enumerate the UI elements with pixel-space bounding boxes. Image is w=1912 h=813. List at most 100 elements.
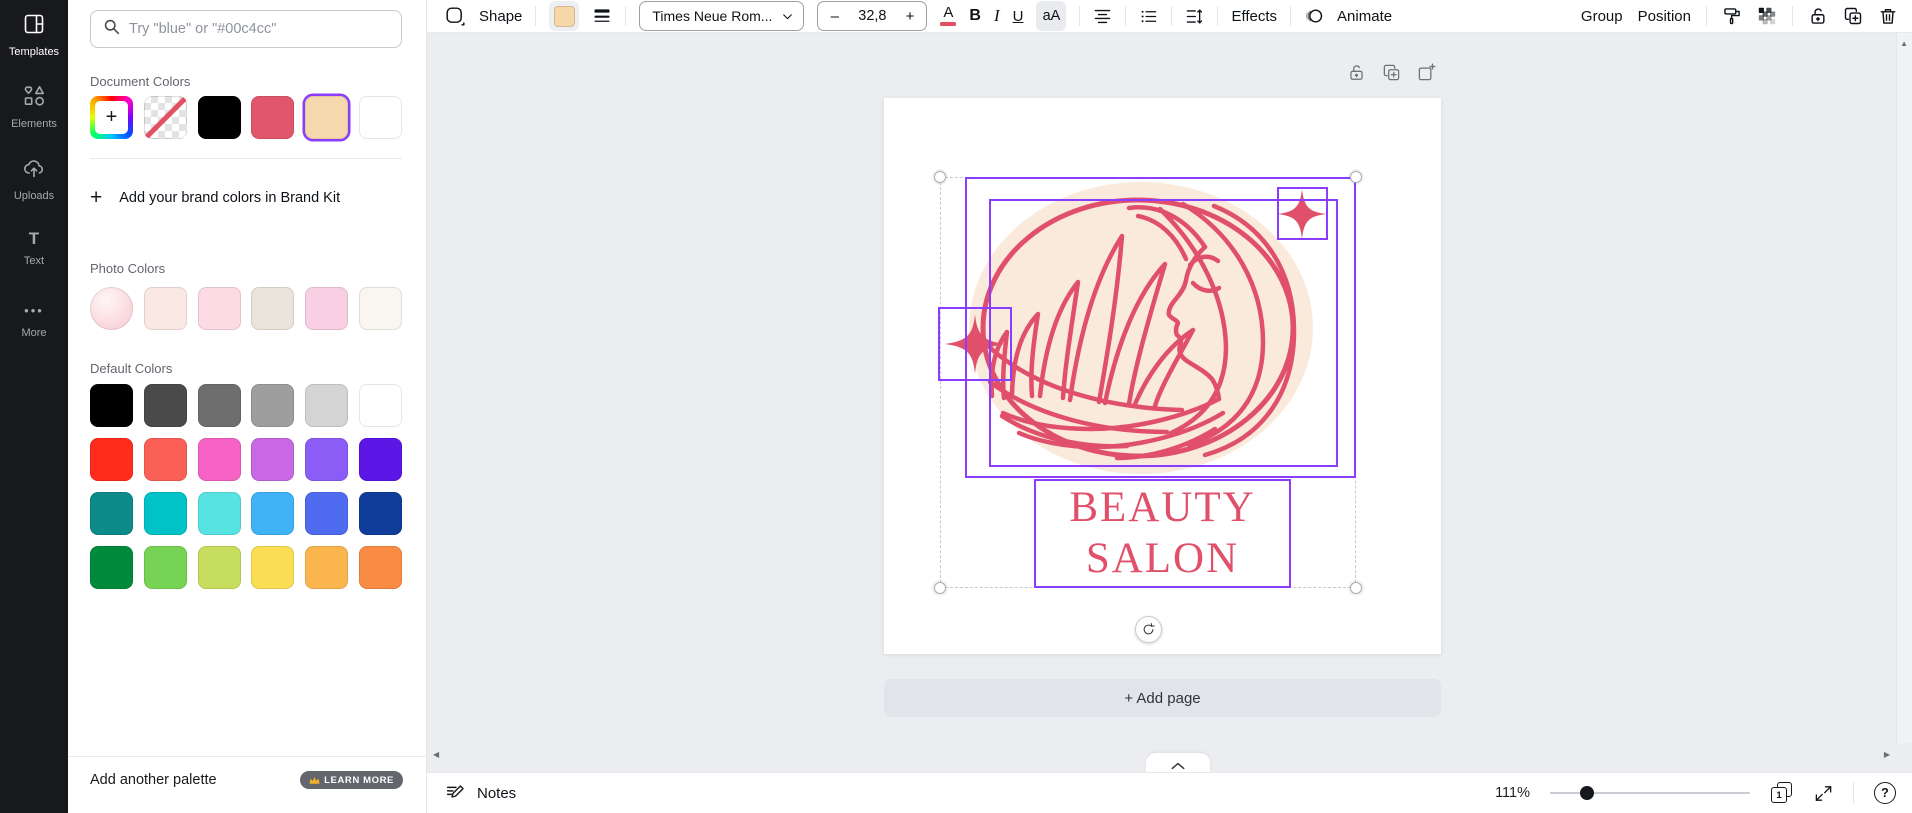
collapse-panel-tab[interactable] xyxy=(1146,753,1210,772)
color-swatch[interactable] xyxy=(305,287,348,330)
zoom-slider-knob[interactable] xyxy=(1580,786,1594,800)
color-swatch[interactable] xyxy=(144,492,187,535)
bottom-status-bar: Notes 111% 1 ? xyxy=(427,772,1912,813)
photo-color-ball[interactable] xyxy=(90,287,133,330)
copy-style-roller-icon[interactable] xyxy=(1722,6,1742,26)
color-swatch[interactable] xyxy=(305,546,348,589)
zoom-level[interactable]: 111% xyxy=(1495,785,1530,801)
font-family-select[interactable]: Times Neue Rom... xyxy=(639,1,804,31)
beauty-salon-text[interactable]: BEAUTY SALON xyxy=(1034,479,1291,588)
color-swatch[interactable] xyxy=(305,384,348,427)
lock-page-icon[interactable] xyxy=(1344,60,1368,84)
color-swatch[interactable] xyxy=(198,384,241,427)
selection-handle-top-right[interactable] xyxy=(1350,171,1362,183)
sidebar-item-text[interactable]: T Text xyxy=(0,228,68,300)
color-swatch[interactable] xyxy=(144,546,187,589)
italic-button[interactable]: I xyxy=(994,6,1000,26)
page-indicator[interactable]: 1 xyxy=(1770,781,1794,805)
color-swatch[interactable] xyxy=(251,287,294,330)
animate-icon[interactable] xyxy=(1304,6,1324,26)
fullscreen-icon[interactable] xyxy=(1814,784,1833,803)
sidebar-item-more[interactable]: ••• More xyxy=(0,300,68,372)
color-swatch[interactable] xyxy=(90,492,133,535)
color-swatch[interactable] xyxy=(144,287,187,330)
plus-icon: + xyxy=(90,188,102,208)
duplicate-icon[interactable] xyxy=(1843,6,1863,26)
color-swatch-peach-selected[interactable] xyxy=(305,96,348,139)
rotate-handle[interactable] xyxy=(1135,616,1162,643)
color-swatch[interactable] xyxy=(198,287,241,330)
scroll-right-arrow[interactable]: ▶ xyxy=(1884,750,1890,759)
position-button[interactable]: Position xyxy=(1638,8,1691,25)
color-swatch[interactable] xyxy=(251,384,294,427)
sidebar-item-label: Uploads xyxy=(14,190,54,202)
animate-label[interactable]: Animate xyxy=(1337,8,1392,25)
text-case-button[interactable]: aA xyxy=(1036,1,1066,31)
color-swatch[interactable] xyxy=(198,546,241,589)
sidebar-item-elements[interactable]: Elements xyxy=(0,84,68,156)
brand-kit-row[interactable]: + Add your brand colors in Brand Kit xyxy=(90,183,402,213)
default-colors-row-4 xyxy=(90,546,402,589)
color-swatch[interactable] xyxy=(305,492,348,535)
toolbar-right-group: Group Position xyxy=(1581,6,1898,26)
delete-trash-icon[interactable] xyxy=(1878,6,1898,26)
color-swatch[interactable] xyxy=(251,492,294,535)
color-swatch[interactable] xyxy=(144,438,187,481)
scroll-up-arrow[interactable]: ▲ xyxy=(1900,39,1908,48)
notes-button[interactable]: Notes xyxy=(445,783,516,804)
color-swatch[interactable] xyxy=(90,384,133,427)
color-swatch[interactable] xyxy=(198,492,241,535)
color-swatch-black[interactable] xyxy=(198,96,241,139)
color-swatch[interactable] xyxy=(359,384,402,427)
add-another-palette-label[interactable]: Add another palette xyxy=(90,772,217,788)
scroll-left-arrow[interactable]: ◀ xyxy=(433,750,439,759)
design-canvas-area[interactable]: ▲ ◀ ▶ xyxy=(427,33,1912,772)
fill-color-button[interactable] xyxy=(549,1,579,31)
no-color-swatch[interactable] xyxy=(144,96,187,139)
duplicate-page-icon[interactable] xyxy=(1379,60,1403,84)
line-spacing-icon[interactable] xyxy=(1185,7,1204,26)
vertical-scrollbar[interactable] xyxy=(1896,33,1912,743)
selection-handle-bottom-left[interactable] xyxy=(934,582,946,594)
color-swatch[interactable] xyxy=(144,384,187,427)
color-swatch-white[interactable] xyxy=(359,96,402,139)
add-page-icon[interactable] xyxy=(1414,60,1438,84)
text-align-icon[interactable] xyxy=(1093,7,1112,26)
selection-handle-bottom-right[interactable] xyxy=(1350,582,1362,594)
font-size-value[interactable]: 32,8 xyxy=(851,8,894,24)
add-page-button[interactable]: + Add page xyxy=(884,679,1441,717)
color-swatch[interactable] xyxy=(359,492,402,535)
color-swatch[interactable] xyxy=(251,546,294,589)
color-swatch[interactable] xyxy=(305,438,348,481)
selection-handle-top-left[interactable] xyxy=(934,171,946,183)
font-size-decrease-button[interactable]: – xyxy=(818,8,851,25)
color-swatch[interactable] xyxy=(198,438,241,481)
learn-more-badge[interactable]: LEARN MORE xyxy=(300,771,403,789)
color-swatch[interactable] xyxy=(90,546,133,589)
color-swatch[interactable] xyxy=(251,438,294,481)
color-search-input[interactable] xyxy=(129,21,389,37)
lock-icon[interactable] xyxy=(1808,6,1828,26)
color-search-box[interactable] xyxy=(90,10,402,48)
zoom-slider[interactable] xyxy=(1550,786,1750,800)
effects-button[interactable]: Effects xyxy=(1231,8,1277,25)
underline-button[interactable]: U xyxy=(1013,8,1024,25)
sidebar-item-templates[interactable]: Templates xyxy=(0,12,68,84)
help-button[interactable]: ? xyxy=(1874,782,1896,804)
color-swatch[interactable] xyxy=(359,287,402,330)
bold-button[interactable]: B xyxy=(969,7,981,25)
transparency-icon[interactable] xyxy=(1757,6,1777,26)
color-swatch[interactable] xyxy=(359,438,402,481)
group-button[interactable]: Group xyxy=(1581,8,1623,25)
color-swatch[interactable] xyxy=(90,438,133,481)
border-style-icon[interactable] xyxy=(592,6,612,26)
add-color-button[interactable]: + xyxy=(90,96,133,139)
toolbar-separator xyxy=(1079,6,1080,26)
shape-label[interactable]: Shape xyxy=(479,8,522,25)
text-color-button[interactable]: A xyxy=(940,6,956,26)
bullet-list-icon[interactable] xyxy=(1139,7,1158,26)
color-swatch-red[interactable] xyxy=(251,96,294,139)
color-swatch[interactable] xyxy=(359,546,402,589)
font-size-increase-button[interactable]: + xyxy=(894,8,927,25)
sidebar-item-uploads[interactable]: Uploads xyxy=(0,156,68,228)
